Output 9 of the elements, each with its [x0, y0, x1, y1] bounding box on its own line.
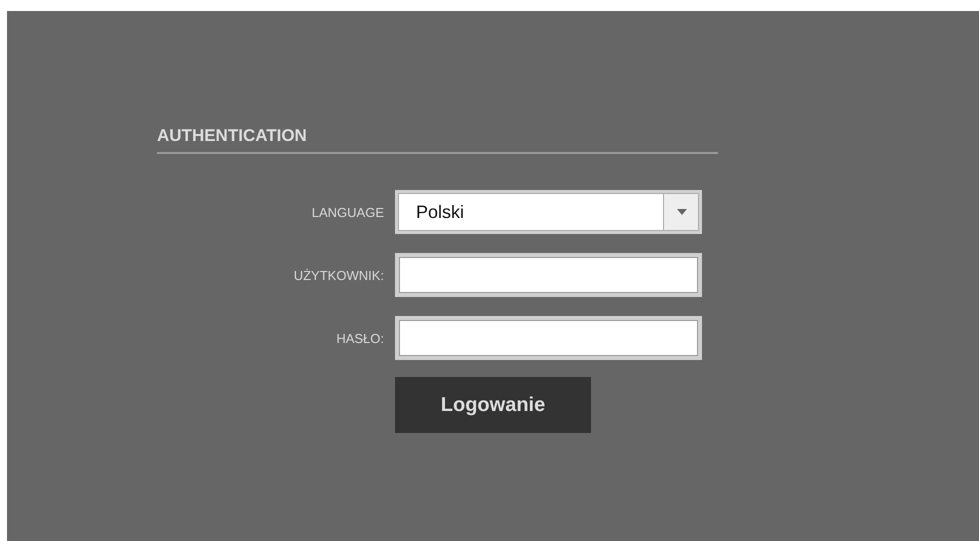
section-title: AUTHENTICATION	[157, 126, 307, 146]
password-field[interactable]	[395, 316, 702, 360]
caret-icon	[676, 209, 686, 215]
field-label: LANGUAGE	[312, 204, 384, 220]
username-field[interactable]	[395, 253, 702, 297]
language-select[interactable]: Polski	[395, 190, 702, 234]
field-label: HASŁO:	[336, 330, 384, 346]
login-button[interactable]: Logowanie	[395, 377, 591, 433]
field-label: UŻYTKOWNIK:	[294, 268, 384, 282]
